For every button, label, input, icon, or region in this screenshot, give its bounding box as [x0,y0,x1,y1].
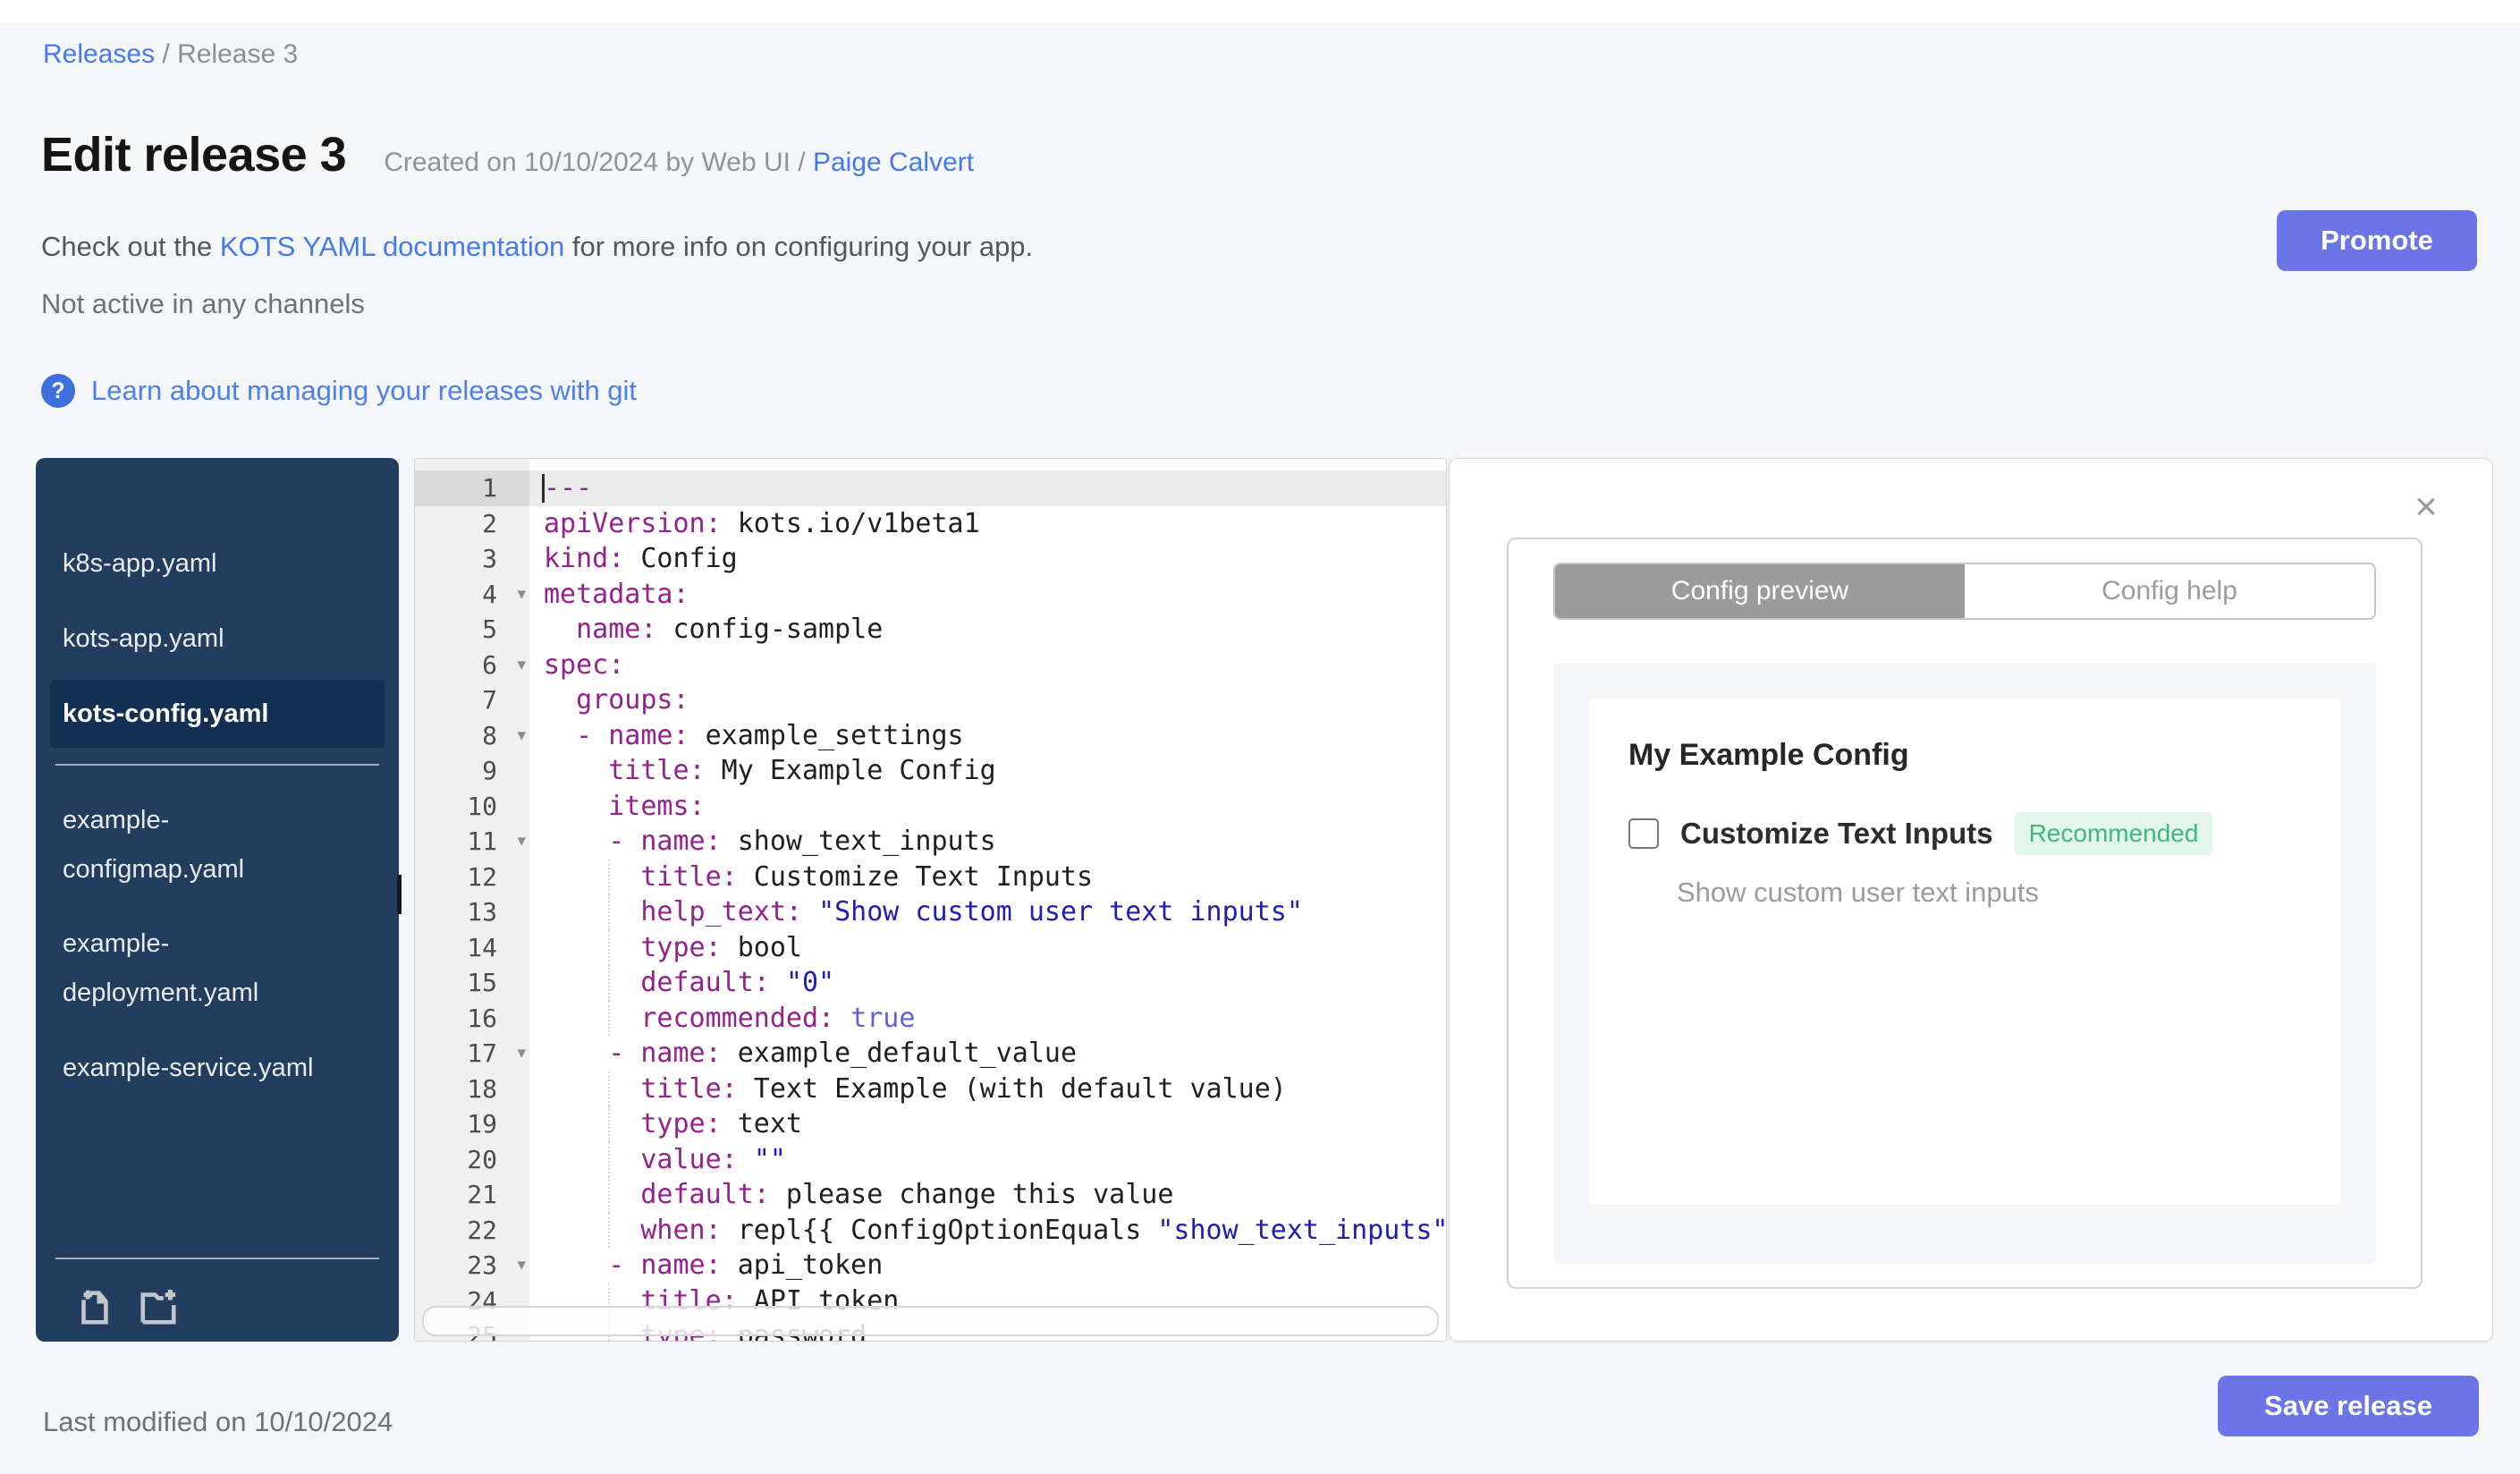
line-number: 11 [467,826,497,856]
breadcrumb-releases-link[interactable]: Releases [43,39,155,69]
help-icon[interactable]: ? [41,374,75,408]
git-releases-link[interactable]: Learn about managing your releases with … [91,375,637,407]
file-sidebar: k8s-app.yaml kots-app.yaml kots-config.yam… [36,458,399,1342]
editor-gutter: 1 2 3 4 ▾ 5 6 ▾ 7 8 ▾ 9 10 11 ▾ 12 13 14 15 16 17 ▾ 18 19 20 21 22… [415,459,529,1341]
code-line[interactable]: recommended: true [529,1000,1446,1037]
config-item-label: Customize Text Inputs [1680,817,1993,850]
config-item-help-text: Show custom user text inputs [1677,877,2039,908]
horizontal-scrollbar[interactable] [422,1306,1439,1336]
code-line[interactable]: kind: Config [529,541,1446,577]
line-number: 3 [482,544,497,573]
code-line[interactable]: groups: [529,682,1446,718]
config-preview-panel: × Config preview Config help My Example … [1449,458,2493,1342]
tab-config-help[interactable]: Config help [1965,564,2374,618]
line-number: 6 [482,649,497,680]
code-lines[interactable]: --- apiVersion: kots.io/v1beta1 kind: Conf… [529,459,1446,1341]
top-strip [0,0,2520,23]
text-caret [542,474,545,503]
sidebar-file-item[interactable]: kots-config.yaml [50,680,385,748]
config-card: Config preview Config help My Example Co… [1507,538,2423,1289]
channel-status: Not active in any channels [41,288,365,319]
breadcrumb: Releases / Release 3 [43,39,298,70]
customize-text-inputs-checkbox[interactable] [1628,818,1659,849]
line-number: 19 [467,1109,497,1139]
line-number: 7 [482,685,497,715]
line-number: 22 [467,1215,497,1245]
line-number: 17 [467,1038,497,1068]
code-line[interactable]: items: [529,789,1446,825]
yaml-editor[interactable]: 1 2 3 4 ▾ 5 6 ▾ 7 8 ▾ 9 10 11 ▾ 12 13 14 15 16 17 ▾ 18 19 20 21 22… [414,458,1447,1342]
fold-arrow-icon[interactable]: ▾ [517,577,526,613]
line-number: 8 [482,720,497,750]
sidebar-file-item[interactable]: example- deployment.yaml [50,911,385,1027]
code-line[interactable]: --- [529,470,1446,506]
breadcrumb-current: Release 3 [177,39,299,69]
code-line[interactable]: value: "" [529,1141,1446,1178]
code-line[interactable]: spec: [529,648,1446,683]
line-number: 16 [467,1003,497,1033]
code-line[interactable]: title: My Example Config [529,753,1446,789]
code-line[interactable]: help_text: "Show custom user text inputs… [529,894,1446,930]
line-number: 12 [467,861,497,892]
code-line[interactable]: title: Customize Text Inputs [529,859,1446,895]
preview-tabs: Config preview Config help [1553,563,2376,620]
sidebar-file-item[interactable]: example- configmap.yaml [50,787,385,903]
line-number: 10 [467,791,497,821]
sidebar-file-item[interactable]: example-service.yaml [50,1034,385,1102]
line-number: 13 [467,897,497,927]
save-release-button[interactable]: Save release [2218,1376,2479,1436]
line-number: 23 [467,1250,497,1280]
line-number: 18 [467,1073,497,1104]
code-line[interactable]: default: "0" [529,965,1446,1001]
line-number: 9 [482,756,497,785]
line-number: 15 [467,968,497,997]
code-line[interactable]: type: bool [529,929,1446,966]
last-modified-text: Last modified on 10/10/2024 [43,1406,393,1437]
code-line[interactable]: - name: example_settings [529,718,1446,754]
file-list: k8s-app.yaml kots-app.yaml kots-config.yam… [36,458,399,1102]
line-number: 2 [482,508,497,538]
line-number: 21 [467,1180,497,1209]
breadcrumb-separator: / [155,39,178,69]
line-number: 14 [467,932,497,962]
code-line[interactable]: default: please change this value [529,1177,1446,1213]
preview-area: My Example Config Customize Text Inputs … [1553,663,2376,1264]
doc-hint: Check out the KOTS YAML documentation fo… [41,231,1034,262]
line-number: 20 [467,1144,497,1174]
sidebar-bottom-divider [55,1258,379,1259]
fold-arrow-icon[interactable]: ▾ [517,1036,526,1072]
kots-yaml-doc-link[interactable]: KOTS YAML documentation [220,231,564,262]
release-meta: Created on 10/10/2024 by Web UI / Paige … [384,148,975,177]
code-line[interactable]: when: repl{{ ConfigOptionEquals "show_te… [529,1212,1446,1249]
code-line[interactable]: metadata: [529,577,1446,613]
sidebar-file-item[interactable]: k8s-app.yaml [50,529,385,597]
code-line[interactable]: name: config-sample [529,612,1446,648]
code-line[interactable]: apiVersion: kots.io/v1beta1 [529,506,1446,542]
add-folder-icon[interactable] [138,1286,179,1327]
line-number: 4 [482,579,497,609]
promote-button[interactable]: Promote [2277,210,2477,271]
code-line[interactable]: - name: show_text_inputs [529,824,1446,860]
config-group-title: My Example Config [1628,738,1909,772]
fold-arrow-icon[interactable]: ▾ [517,648,526,683]
tab-config-preview[interactable]: Config preview [1555,564,1965,618]
fold-arrow-icon[interactable]: ▾ [517,718,526,754]
code-line[interactable]: - name: api_token [529,1248,1446,1283]
add-file-icon[interactable] [73,1286,114,1327]
close-icon[interactable]: × [2408,487,2444,527]
page-title: Edit release 3 [41,128,347,182]
fold-arrow-icon[interactable]: ▾ [517,824,526,860]
sidebar-file-item[interactable]: kots-app.yaml [50,605,385,673]
line-number: 1 [482,473,497,503]
file-divider [55,764,379,766]
code-line[interactable]: - name: example_default_value [529,1036,1446,1072]
line-number: 5 [482,614,497,644]
example-config-card: My Example Config Customize Text Inputs … [1589,699,2340,1205]
code-line[interactable]: title: Text Example (with default value) [529,1071,1446,1107]
fold-arrow-icon[interactable]: ▾ [517,1248,526,1283]
author-link[interactable]: Paige Calvert [813,148,974,177]
code-line[interactable]: type: text [529,1106,1446,1142]
recommended-badge: Recommended [2014,812,2213,855]
